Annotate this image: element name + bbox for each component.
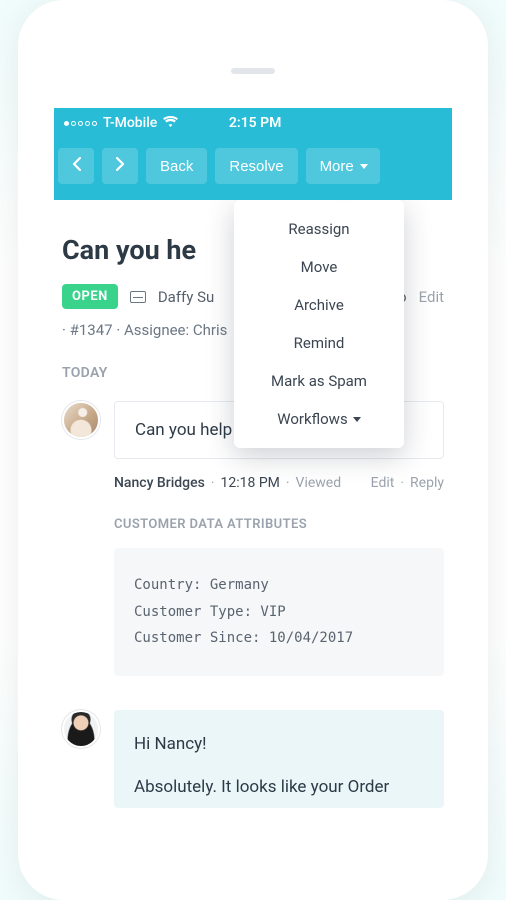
- phone-frame: T-Mobile 2:15 PM: [18, 0, 488, 900]
- customer-data-row: Country: Germany: [134, 572, 424, 599]
- ticket-title-left: Can you he: [62, 234, 196, 266]
- mailbox-name-left: Daffy Su: [158, 288, 214, 306]
- chevron-right-icon: [116, 157, 125, 176]
- edit-ticket-link[interactable]: Edit: [419, 288, 444, 306]
- status-bar-left: T-Mobile: [64, 115, 178, 131]
- carrier-label: T-Mobile: [103, 115, 157, 131]
- message-status: Viewed: [296, 475, 342, 491]
- chevron-down-icon: [360, 164, 368, 169]
- status-bar: T-Mobile 2:15 PM: [54, 108, 452, 138]
- message-author: Nancy Bridges: [114, 475, 205, 491]
- dropdown-item-archive[interactable]: Archive: [234, 286, 404, 324]
- agent-avatar: [62, 710, 100, 748]
- separator: ·: [400, 475, 404, 491]
- status-bar-time: 2:15 PM: [178, 115, 332, 131]
- more-button[interactable]: More: [306, 148, 380, 184]
- dropdown-item-workflows-label: Workflows: [277, 410, 347, 428]
- back-button[interactable]: Back: [146, 148, 207, 184]
- content-area: Reassign Move Archive Remind Mark as Spa…: [54, 200, 452, 900]
- reply-body-wrap: Hi Nancy! Absolutely. It looks like your…: [114, 710, 444, 808]
- reply-bubble: Hi Nancy! Absolutely. It looks like your…: [114, 710, 444, 808]
- dropdown-item-move[interactable]: Move: [234, 248, 404, 286]
- customer-data-row: Customer Type: VIP: [134, 599, 424, 626]
- signal-dots-icon: [64, 121, 97, 126]
- status-badge: OPEN: [62, 284, 118, 309]
- home-indicator: [231, 68, 275, 74]
- assignee-label: Assignee:: [124, 321, 189, 339]
- reply-greeting: Hi Nancy!: [134, 730, 424, 759]
- more-button-label: More: [320, 158, 354, 175]
- customer-avatar: [62, 401, 100, 439]
- chevron-down-icon: [353, 417, 361, 422]
- separator: ·: [211, 475, 215, 491]
- next-button[interactable]: [102, 148, 138, 184]
- message-meta: Nancy Bridges · 12:18 PM · Viewed Edit ·…: [114, 459, 444, 517]
- app-screen: T-Mobile 2:15 PM: [54, 108, 452, 900]
- message-time: 12:18 PM: [220, 475, 279, 491]
- message-edit-link[interactable]: Edit: [371, 475, 395, 491]
- separator: ·: [286, 475, 290, 491]
- assignee-name: Chris: [193, 321, 228, 339]
- more-dropdown: Reassign Move Archive Remind Mark as Spa…: [234, 200, 404, 448]
- dropdown-item-workflows[interactable]: Workflows: [234, 400, 404, 438]
- dropdown-item-remind[interactable]: Remind: [234, 324, 404, 362]
- thread-reply: Hi Nancy! Absolutely. It looks like your…: [62, 710, 444, 808]
- wifi-icon: [163, 116, 178, 131]
- resolve-button[interactable]: Resolve: [215, 148, 297, 184]
- section-customer-data: CUSTOMER DATA ATTRIBUTES: [114, 517, 444, 548]
- toolbar: Back Resolve More: [54, 138, 452, 200]
- dropdown-item-mark-spam[interactable]: Mark as Spam: [234, 362, 404, 400]
- chevron-left-icon: [72, 157, 81, 176]
- reply-line: Absolutely. It looks like your Order: [134, 773, 424, 802]
- ticket-id: #1347: [70, 321, 113, 339]
- prev-button[interactable]: [58, 148, 94, 184]
- customer-data-card: Country: Germany Customer Type: VIP Cust…: [114, 548, 444, 676]
- inbox-icon: [130, 291, 146, 303]
- message-reply-link[interactable]: Reply: [410, 475, 444, 491]
- customer-data-row: Customer Since: 10/04/2017: [134, 625, 424, 652]
- dropdown-item-reassign[interactable]: Reassign: [234, 210, 404, 248]
- top-bar: T-Mobile 2:15 PM: [54, 108, 452, 200]
